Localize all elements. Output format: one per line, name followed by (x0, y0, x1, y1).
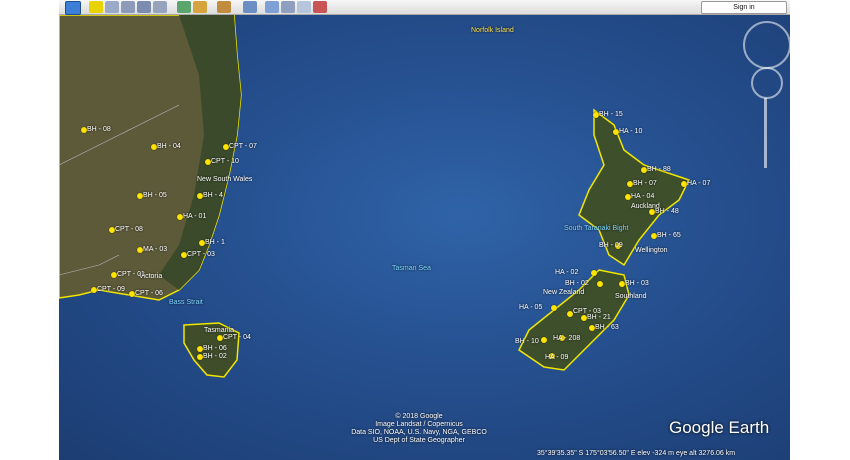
placemark-label[interactable]: HA - 10 (619, 128, 642, 135)
credit-line: Data SIO, NOAA, U.S. Navy, NGA, GEBCO (351, 429, 487, 436)
placemark-label[interactable]: CPT - 06 (135, 290, 163, 297)
placemark-icon[interactable] (541, 337, 547, 343)
email-icon[interactable] (265, 1, 279, 13)
path-icon[interactable] (121, 1, 135, 13)
toolbar: Sign in (59, 0, 790, 15)
credit-line: US Dept of State Geographer (373, 437, 465, 444)
placemark-label[interactable]: BH - 63 (595, 324, 619, 331)
imagery-credits: © 2018 Google Image Landsat / Copernicus… (329, 413, 509, 445)
place-label: South Taranaki Bight (564, 225, 629, 232)
placemark-label[interactable]: BH - 05 (143, 192, 167, 199)
place-label: Norfolk Island (471, 27, 514, 34)
placemark-label[interactable]: BH - 02 (565, 280, 589, 287)
placemark-label[interactable]: BH - 09 (599, 242, 623, 249)
placemark-label[interactable]: HA - 09 (545, 354, 568, 361)
placemark-label[interactable]: CPT - 08 (115, 226, 143, 233)
credit-line: Image Landsat / Copernicus (375, 421, 463, 428)
place-label: Southland (615, 293, 647, 300)
placemark-label[interactable]: BH - 1 (205, 239, 225, 246)
placemark-label[interactable]: HA - 04 (631, 193, 654, 200)
placemark-label[interactable]: MA - 03 (143, 246, 167, 253)
placemark-icon[interactable] (89, 1, 103, 13)
place-label: Tasman Sea (392, 265, 431, 272)
placemark-label[interactable]: CPT - 09 (97, 286, 125, 293)
placemark-label[interactable]: HA - 07 (687, 180, 710, 187)
place-label: Wellington (635, 247, 668, 254)
placemark-label[interactable]: BH - 07 (633, 180, 657, 187)
move-control[interactable] (751, 67, 783, 99)
placemark-label[interactable]: CPT - 03 (187, 251, 215, 258)
placemark-label[interactable]: CPT - 04 (223, 334, 251, 341)
placemark-label[interactable]: CPT - 07 (229, 143, 257, 150)
placemark-label[interactable]: BH - 88 (647, 166, 671, 173)
placemark-label[interactable]: BH - 03 (625, 280, 649, 287)
placemark-label[interactable]: BH - 08 (87, 126, 111, 133)
place-label: Tasmania (204, 327, 234, 334)
placemark-label[interactable]: BH - 02 (203, 353, 227, 360)
placemark-label[interactable]: HA - 208 (553, 335, 580, 342)
google-earth-logo: Google Earth (669, 418, 770, 437)
placemark-label[interactable]: BH - 48 (655, 208, 679, 215)
ruler-icon[interactable] (243, 1, 257, 13)
sign-in-button[interactable]: Sign in (701, 1, 787, 14)
placemark-label[interactable]: BH - 4 (203, 192, 223, 199)
placemark-label[interactable]: BH - 65 (657, 232, 681, 239)
placemark-label[interactable]: BH - 15 (599, 111, 623, 118)
placemark-label[interactable]: BH - 10 (515, 338, 539, 345)
place-label: New South Wales (197, 176, 253, 183)
placemark-icon[interactable] (591, 270, 597, 276)
placemark-label[interactable]: CPT - 03 (573, 308, 601, 315)
polygon-icon[interactable] (105, 1, 119, 13)
credit-line: © 2018 Google (395, 413, 443, 420)
placemark-label[interactable]: CPT - 10 (211, 158, 239, 165)
placemark-icon[interactable] (597, 281, 603, 287)
placemark-label[interactable]: HA - 02 (555, 269, 578, 276)
status-bar: 35°39'35.35" S 175°03'56.50" E elev -324… (537, 450, 736, 457)
placemark-label[interactable]: HA - 05 (519, 304, 542, 311)
print-icon[interactable] (281, 1, 295, 13)
planets-icon[interactable] (217, 1, 231, 13)
place-label: New Zealand (543, 289, 585, 296)
placemark-label[interactable]: BH - 04 (157, 143, 181, 150)
place-label: Bass Strait (169, 299, 203, 306)
maps-icon[interactable] (313, 1, 327, 13)
placemark-label[interactable]: BH - 21 (587, 314, 611, 321)
placemark-label[interactable]: HA - 01 (183, 213, 206, 220)
earth-viewport[interactable]: Norfolk Island New South Wales Victoria … (59, 15, 790, 460)
tour-icon[interactable] (153, 1, 167, 13)
save-image-icon[interactable] (297, 1, 311, 13)
sidebar-icon[interactable] (65, 1, 81, 15)
placemark-icon[interactable] (551, 305, 557, 311)
look-compass-control[interactable] (743, 21, 790, 69)
zoom-slider[interactable] (764, 98, 767, 168)
sun-icon[interactable] (193, 1, 207, 13)
historical-imagery-icon[interactable] (177, 1, 191, 13)
placemark-label[interactable]: CPT - 01 (117, 271, 145, 278)
placemark-label[interactable]: BH - 06 (203, 345, 227, 352)
overlay-icon[interactable] (137, 1, 151, 13)
